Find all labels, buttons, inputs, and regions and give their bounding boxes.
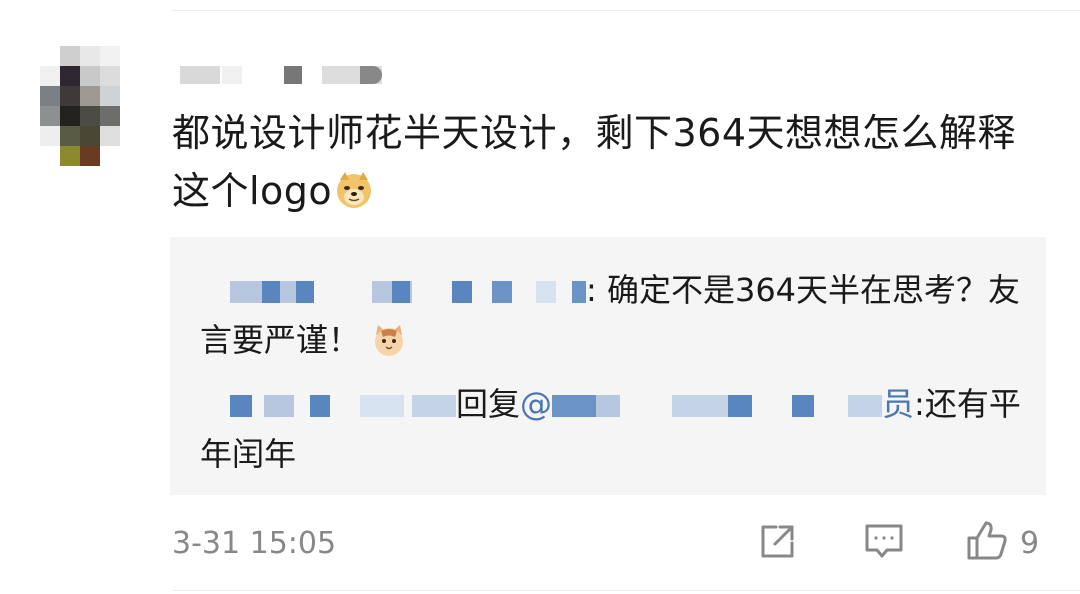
top-divider: [172, 10, 1080, 11]
like-button[interactable]: 9: [964, 520, 1039, 566]
reply-box[interactable]: : 确定不是364天半在思考？友言要严谨！ 回复@ 员:还有平年闰年: [170, 237, 1046, 495]
reply-separator: :: [586, 271, 607, 309]
reply-verb: 回复: [456, 385, 521, 423]
reply-item[interactable]: : 确定不是364天半在思考？友言要严谨！: [200, 265, 1030, 371]
bottom-divider: [172, 590, 1080, 591]
share-button[interactable]: [756, 520, 800, 566]
comment-button[interactable]: [862, 520, 906, 566]
mention-role[interactable]: 员: [882, 385, 914, 423]
cat-face-emoji-icon: [372, 321, 406, 371]
like-icon: [964, 518, 1010, 568]
reply-author-blurred[interactable]: [200, 277, 586, 307]
share-icon: [756, 519, 800, 567]
comment-icon: [862, 519, 906, 567]
doge-emoji-icon: [334, 168, 374, 226]
avatar[interactable]: [40, 46, 140, 166]
mention-name-blurred[interactable]: [552, 391, 883, 421]
mention-at[interactable]: @: [520, 385, 552, 423]
like-count: 9: [1020, 525, 1040, 561]
timestamp: 3-31 15:05: [172, 526, 337, 561]
reply-item[interactable]: 回复@ 员:还有平年闰年: [200, 379, 1030, 479]
comment-text: 都说设计师花半天设计，剩下364天想想怎么解释这个logo: [172, 111, 1017, 213]
reply-author-blurred[interactable]: [200, 391, 456, 421]
username-blurred[interactable]: [180, 66, 390, 84]
comment-body: 都说设计师花半天设计，剩下364天想想怎么解释这个logo: [172, 104, 1042, 226]
